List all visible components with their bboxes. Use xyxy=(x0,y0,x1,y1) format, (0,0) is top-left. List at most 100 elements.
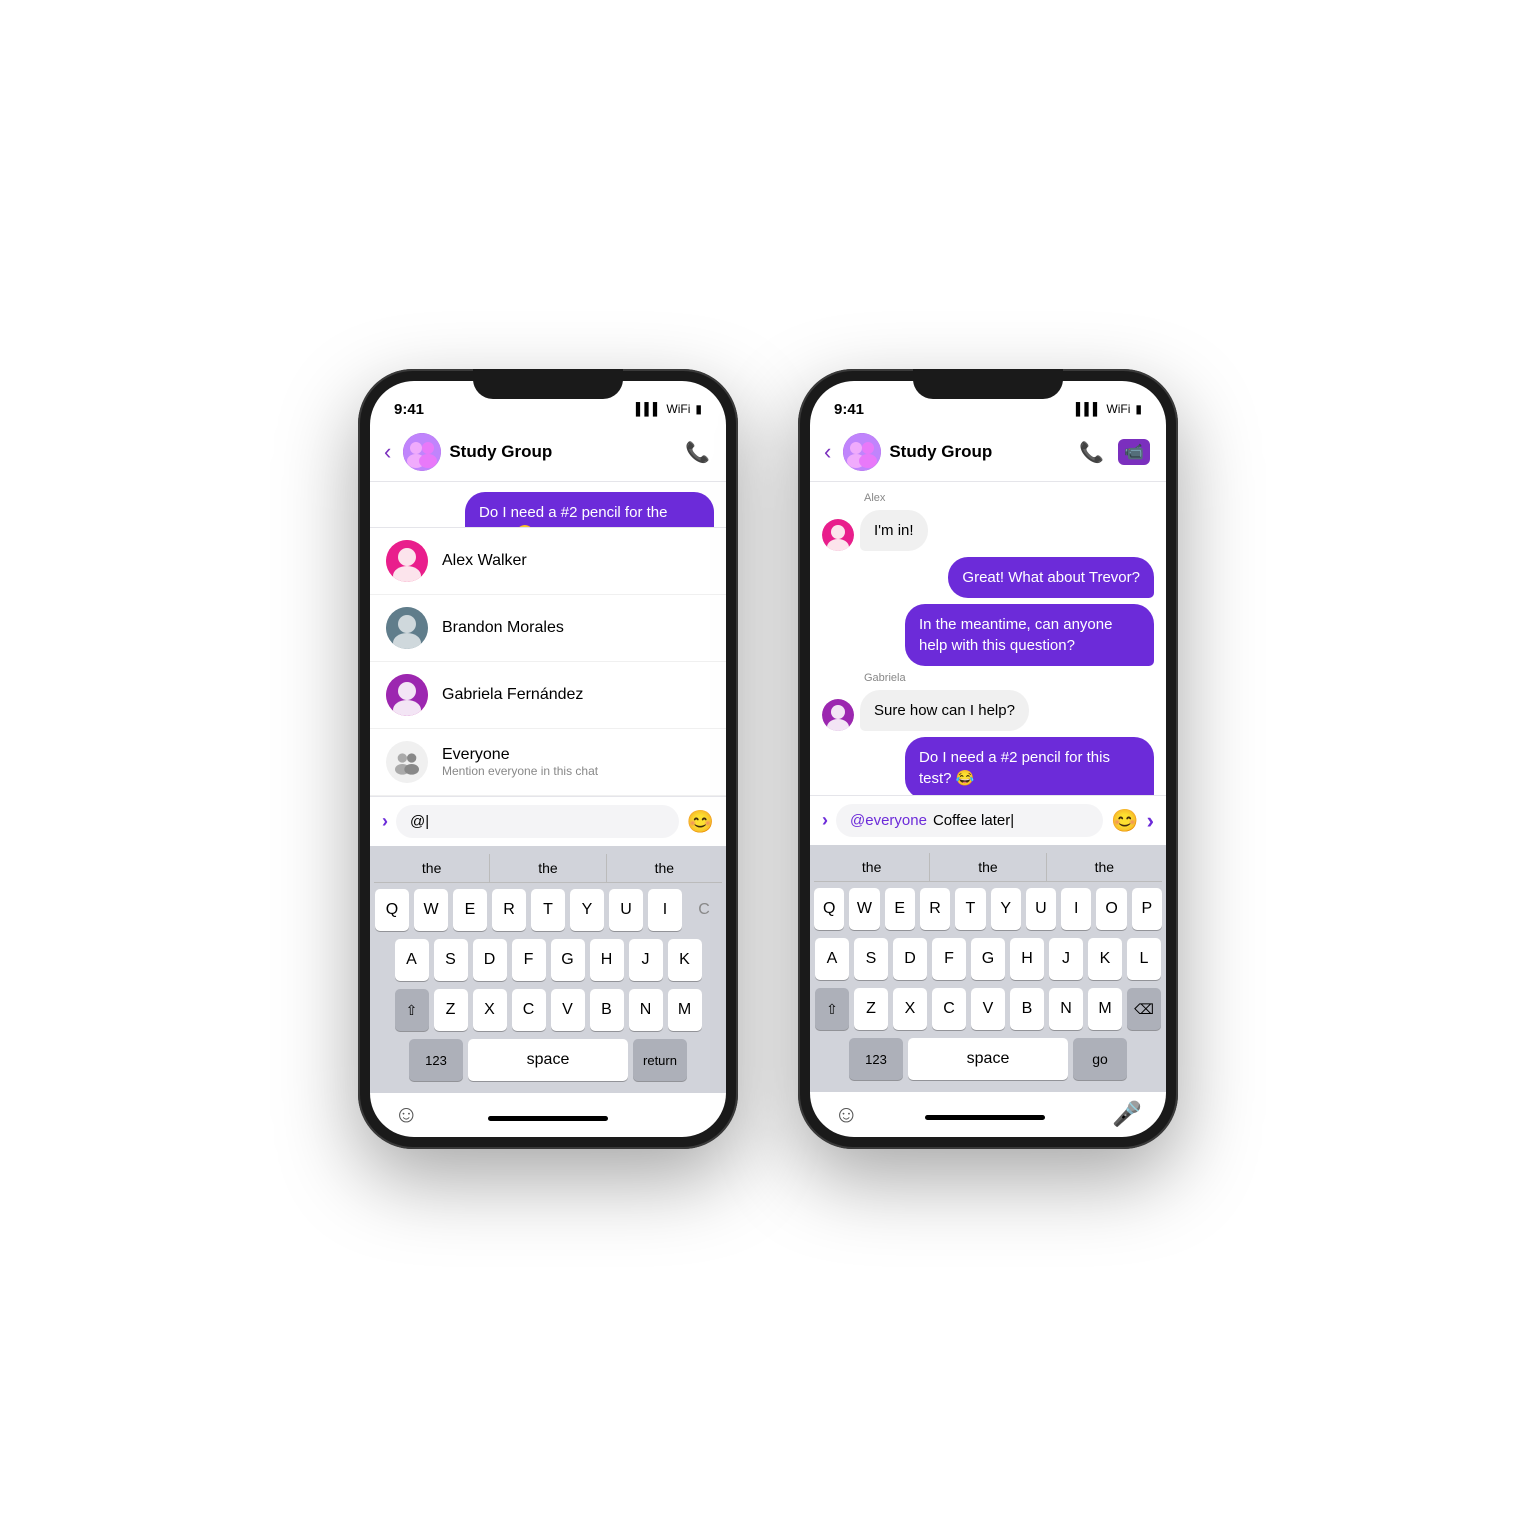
keyboard-suggestions-left: the the the xyxy=(374,854,722,883)
key-k-right[interactable]: K xyxy=(1088,938,1122,980)
key-j-right[interactable]: J xyxy=(1049,938,1083,980)
key-c-right[interactable]: C xyxy=(932,988,966,1030)
key-i-left[interactable]: I xyxy=(648,889,682,931)
key-r-left[interactable]: R xyxy=(492,889,526,931)
key-i-right[interactable]: I xyxy=(1061,888,1091,930)
key-v-left[interactable]: V xyxy=(551,989,585,1031)
key-g-left[interactable]: G xyxy=(551,939,585,981)
key-l-right[interactable]: L xyxy=(1127,938,1161,980)
input-text-left[interactable]: @| xyxy=(410,813,665,830)
key-y-left[interactable]: Y xyxy=(570,889,604,931)
key-s-left[interactable]: S xyxy=(434,939,468,981)
key-n-left[interactable]: N xyxy=(629,989,663,1031)
key-123-left[interactable]: 123 xyxy=(409,1039,463,1081)
suggestion-1-left[interactable]: the xyxy=(374,854,490,882)
key-x-left[interactable]: X xyxy=(473,989,507,1031)
emoji-button-left[interactable]: 😊 xyxy=(687,809,714,835)
key-go-right[interactable]: go xyxy=(1073,1038,1127,1080)
key-r-right[interactable]: R xyxy=(920,888,950,930)
key-space-left[interactable]: space xyxy=(468,1039,628,1081)
key-g-right[interactable]: G xyxy=(971,938,1005,980)
key-q-right[interactable]: Q xyxy=(814,888,844,930)
key-u-right[interactable]: U xyxy=(1026,888,1056,930)
message-received-alex: I'm in! xyxy=(822,510,1154,551)
key-delete-right[interactable]: ⌫ xyxy=(1127,988,1161,1030)
key-w-left[interactable]: W xyxy=(414,889,448,931)
battery-icon-right: ▮ xyxy=(1135,402,1142,416)
call-icon-left[interactable]: 📞 xyxy=(685,440,710,465)
input-text-right[interactable]: Coffee later| xyxy=(933,812,1089,829)
mention-avatar-brandon xyxy=(386,607,428,649)
phone-right: 9:41 ▌▌▌ WiFi ▮ ‹ xyxy=(798,369,1178,1149)
key-j-left[interactable]: J xyxy=(629,939,663,981)
bubble-sent-help: In the meantime, can anyone help with th… xyxy=(905,604,1154,666)
input-bar-right: › @everyone Coffee later| 😊 › xyxy=(810,795,1166,845)
suggestion-1-right[interactable]: the xyxy=(814,853,930,881)
suggestion-3-right[interactable]: the xyxy=(1047,853,1162,881)
key-shift-left[interactable]: ⇧ xyxy=(395,989,429,1031)
key-f-right[interactable]: F xyxy=(932,938,966,980)
key-v-right[interactable]: V xyxy=(971,988,1005,1030)
key-q-left[interactable]: Q xyxy=(375,889,409,931)
mention-item-alex[interactable]: Alex Walker xyxy=(370,528,726,595)
input-chevron-right[interactable]: › xyxy=(822,810,828,831)
mention-avatar-gabriela xyxy=(386,674,428,716)
key-f-left[interactable]: F xyxy=(512,939,546,981)
key-e-left[interactable]: E xyxy=(453,889,487,931)
back-button-left[interactable]: ‹ xyxy=(380,439,395,465)
key-x-right[interactable]: X xyxy=(893,988,927,1030)
mic-bottom-icon-right[interactable]: 🎤 xyxy=(1112,1100,1142,1129)
key-z-left[interactable]: Z xyxy=(434,989,468,1031)
input-chevron-left[interactable]: › xyxy=(382,811,388,832)
key-d-left[interactable]: D xyxy=(473,939,507,981)
key-m-left[interactable]: M xyxy=(668,989,702,1031)
key-space-right[interactable]: space xyxy=(908,1038,1068,1080)
back-button-right[interactable]: ‹ xyxy=(820,439,835,465)
key-m-right[interactable]: M xyxy=(1088,988,1122,1030)
video-icon-right[interactable]: 📹 xyxy=(1118,439,1150,465)
emoji-button-right[interactable]: 😊 xyxy=(1111,808,1138,834)
key-s-right[interactable]: S xyxy=(854,938,888,980)
bubble-sent-pencil: Do I need a #2 pencil for this test? 😂 xyxy=(905,737,1154,795)
key-z-right[interactable]: Z xyxy=(854,988,888,1030)
mention-item-everyone[interactable]: Everyone Mention everyone in this chat xyxy=(370,729,726,796)
key-a-left[interactable]: A xyxy=(395,939,429,981)
suggestion-2-left[interactable]: the xyxy=(490,854,606,882)
emoji-bottom-icon-right[interactable]: ☺ xyxy=(834,1101,859,1129)
input-field-right[interactable]: @everyone Coffee later| xyxy=(836,804,1103,837)
mention-name-label-alex: Alex Walker xyxy=(442,552,527,570)
key-t-left[interactable]: T xyxy=(531,889,565,931)
keyboard-row-3-left: ⇧ Z X C V B N M xyxy=(374,989,722,1031)
avatar-gabriela-right xyxy=(822,699,854,731)
key-w-right[interactable]: W xyxy=(849,888,879,930)
mention-item-brandon[interactable]: Brandon Morales xyxy=(370,595,726,662)
key-n-right[interactable]: N xyxy=(1049,988,1083,1030)
key-k-left[interactable]: K xyxy=(668,939,702,981)
key-123-right[interactable]: 123 xyxy=(849,1038,903,1080)
emoji-bottom-icon-left[interactable]: ☺ xyxy=(394,1101,419,1129)
home-indicator-right xyxy=(925,1115,1045,1120)
key-h-left[interactable]: H xyxy=(590,939,624,981)
chat-area-left: Do I need a #2 pencil for the test? 😂 xyxy=(370,482,726,527)
key-return-left[interactable]: return xyxy=(633,1039,687,1081)
key-t-right[interactable]: T xyxy=(955,888,985,930)
key-o-right[interactable]: O xyxy=(1096,888,1126,930)
suggestion-2-right[interactable]: the xyxy=(930,853,1046,881)
key-y-right[interactable]: Y xyxy=(991,888,1021,930)
key-u-left[interactable]: U xyxy=(609,889,643,931)
suggestion-3-left[interactable]: the xyxy=(607,854,722,882)
key-d-right[interactable]: D xyxy=(893,938,927,980)
send-button-right[interactable]: › xyxy=(1147,808,1154,834)
key-c-left[interactable]: C xyxy=(512,989,546,1031)
key-a-right[interactable]: A xyxy=(815,938,849,980)
key-h-right[interactable]: H xyxy=(1010,938,1044,980)
key-b-left[interactable]: B xyxy=(590,989,624,1031)
key-shift-right[interactable]: ⇧ xyxy=(815,988,849,1030)
input-field-left[interactable]: @| xyxy=(396,805,679,838)
key-e-right[interactable]: E xyxy=(885,888,915,930)
call-icon-right[interactable]: 📞 xyxy=(1079,440,1104,465)
mention-item-gabriela[interactable]: Gabriela Fernández xyxy=(370,662,726,729)
key-b-right[interactable]: B xyxy=(1010,988,1044,1030)
message-received-gabriela: Sure how can I help? xyxy=(822,690,1154,731)
key-p-right[interactable]: P xyxy=(1132,888,1162,930)
